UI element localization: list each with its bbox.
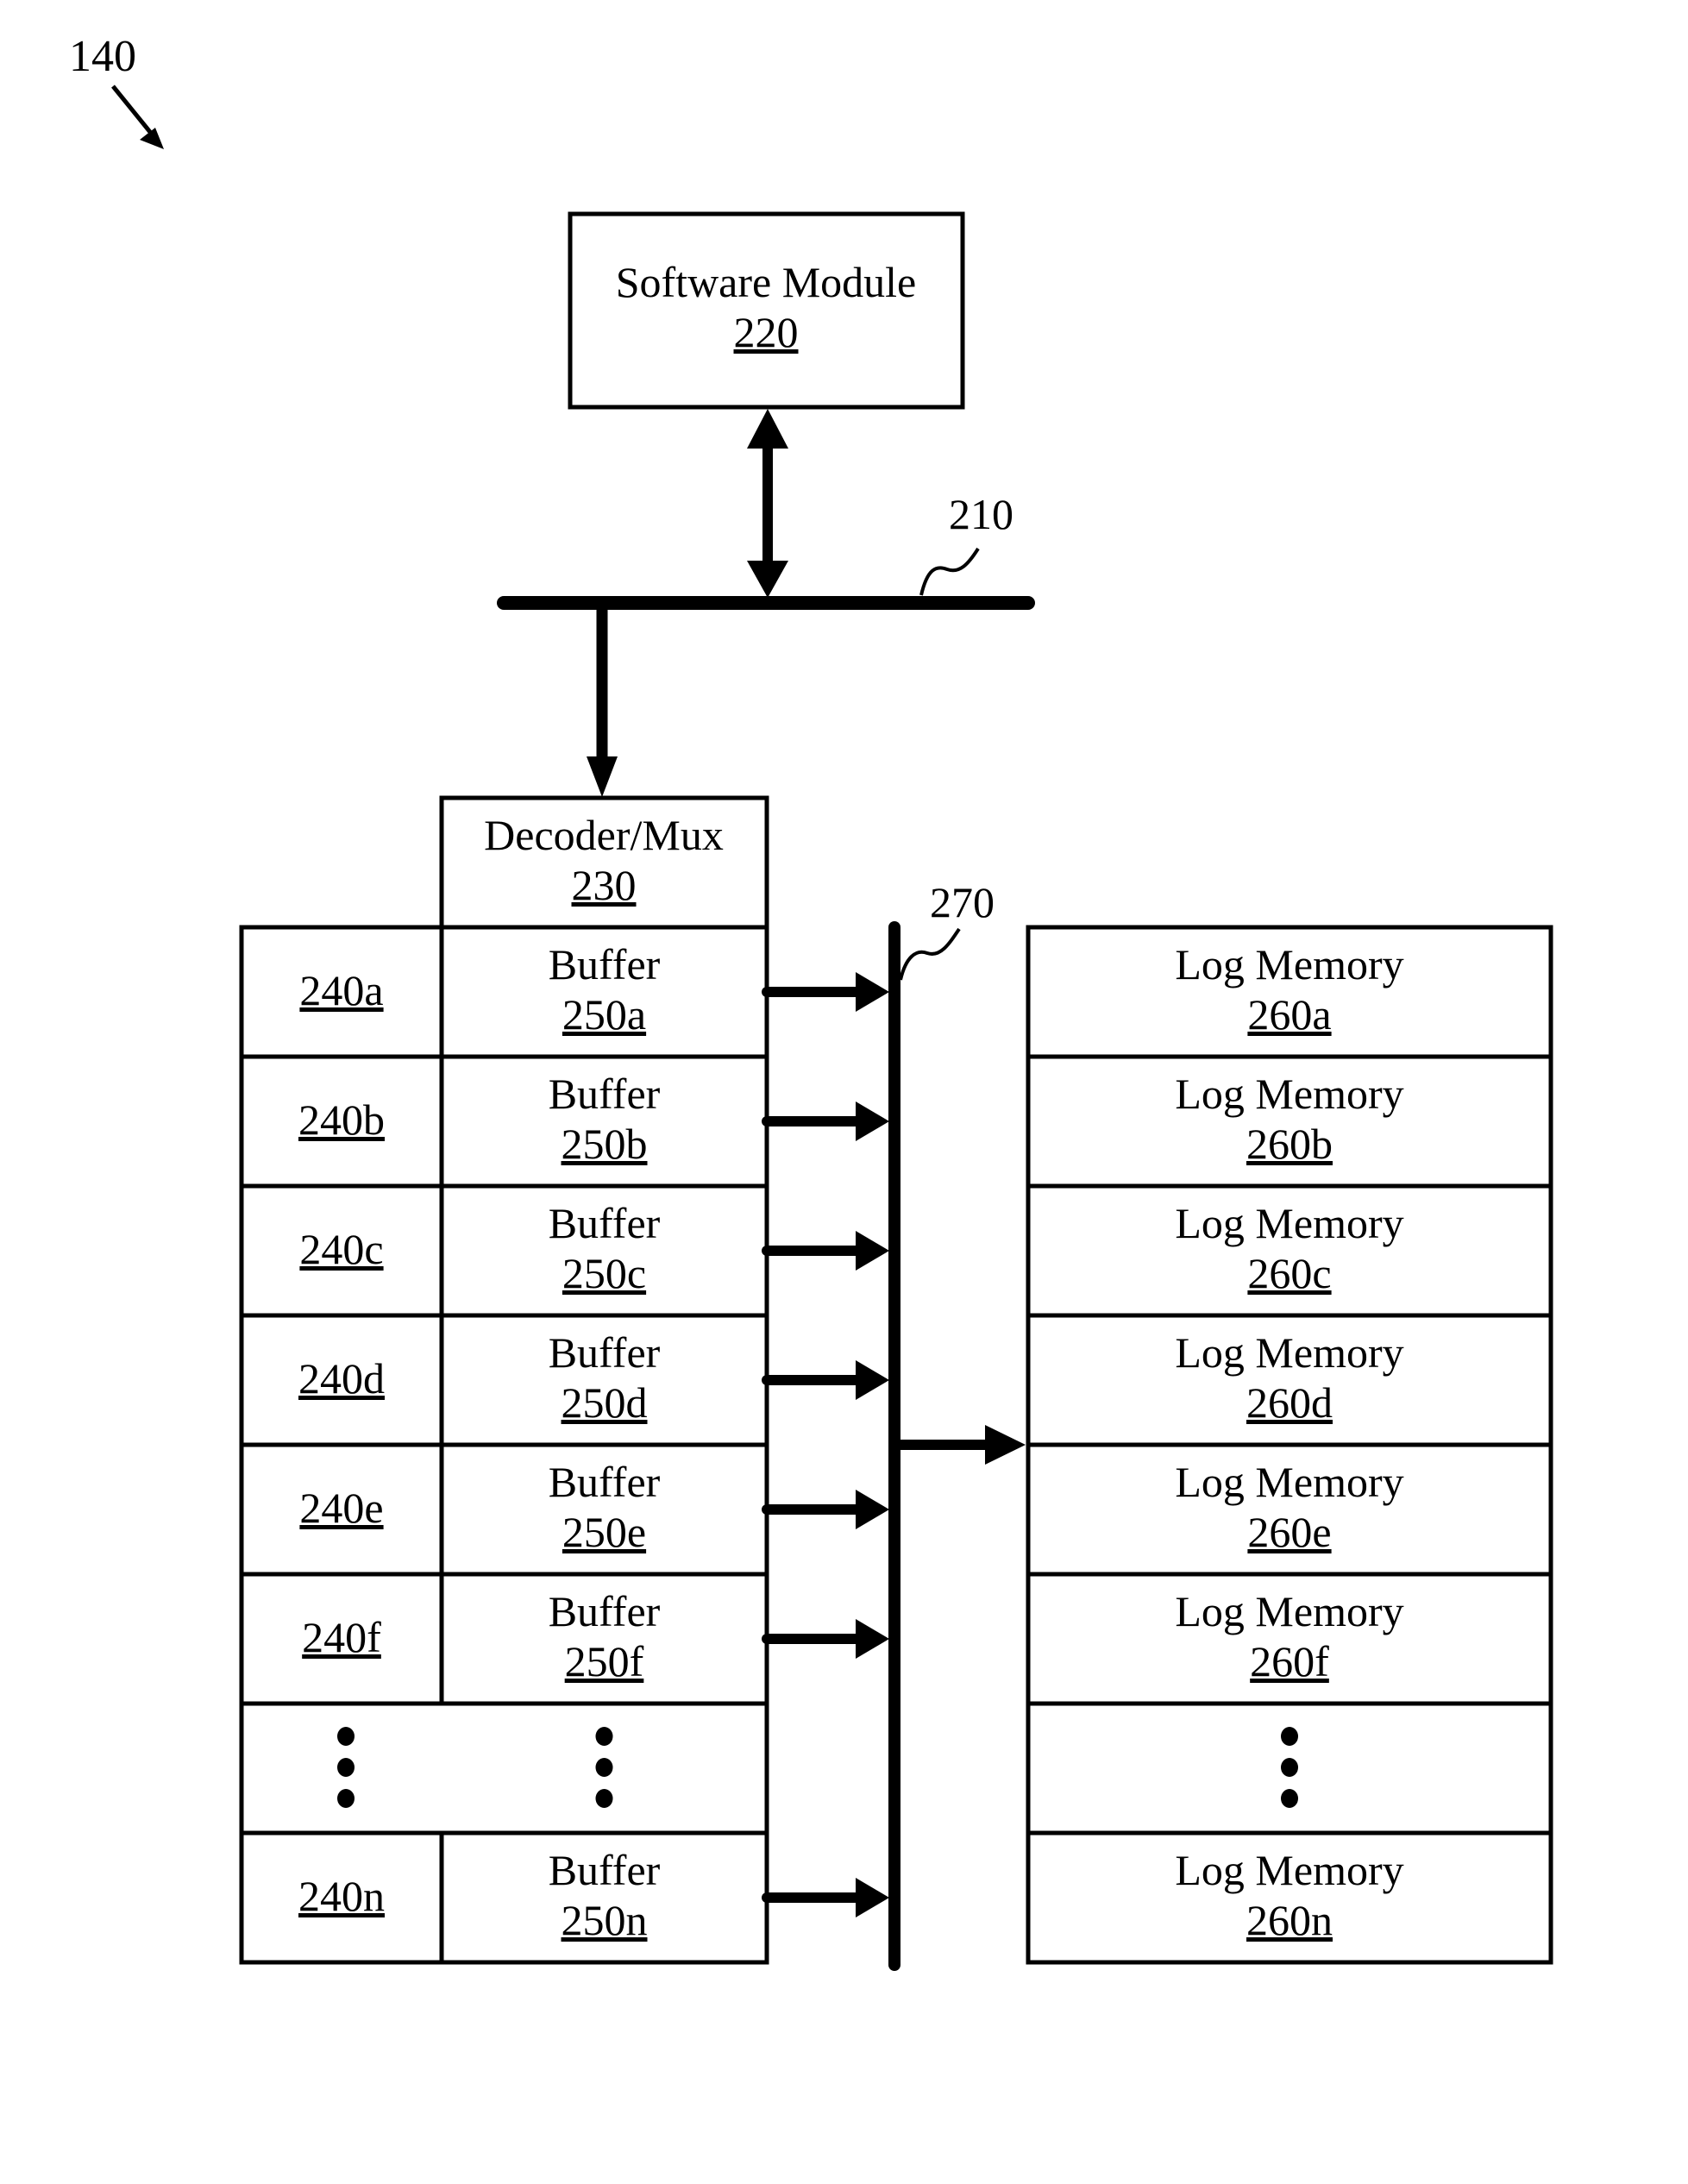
buffer-title: Buffer <box>549 1199 661 1247</box>
buffer-to-bus-arrow <box>762 972 889 1012</box>
ellipsis-dot <box>595 1789 613 1808</box>
ellipsis-dot <box>337 1727 355 1746</box>
buffer-title: Buffer <box>549 1458 661 1506</box>
channel-ref: 240b <box>298 1095 385 1144</box>
buffer-title: Buffer <box>549 1846 661 1894</box>
ellipsis-dot <box>595 1727 613 1746</box>
bus-210-label: 210 <box>949 490 1013 538</box>
log-memory-ref: 260e <box>1247 1508 1331 1556</box>
log-memory-ref: 260n <box>1246 1896 1333 1944</box>
buffer-title: Buffer <box>549 1070 661 1118</box>
log-memory-title: Log Memory <box>1175 940 1403 988</box>
arrow-head <box>856 1878 889 1917</box>
buffer-to-bus-arrow <box>762 1619 889 1659</box>
software-module-ref: 220 <box>734 308 799 356</box>
buffer-to-bus-arrow <box>762 1101 889 1141</box>
software-module-title: Software Module <box>616 258 917 306</box>
ellipsis-dot <box>1281 1789 1298 1808</box>
buffer-title: Buffer <box>549 1587 661 1635</box>
log-memory-ref: 260d <box>1246 1378 1333 1427</box>
figure-ref-arrow <box>111 85 164 149</box>
bus-270-leader <box>899 927 961 981</box>
left-row-cell <box>239 1701 769 1836</box>
buffer-ref: 250n <box>562 1896 648 1944</box>
log-memory-title: Log Memory <box>1175 1328 1403 1377</box>
buffer-ref: 250d <box>562 1378 648 1427</box>
ellipsis-dot <box>337 1789 355 1808</box>
ellipsis-dot <box>595 1758 613 1777</box>
arrow-head <box>856 1360 889 1400</box>
buffer-to-bus-arrow <box>762 1490 889 1529</box>
decoder-mux-title: Decoder/Mux <box>484 811 724 859</box>
figure-ref-label: 140 <box>69 32 136 81</box>
ellipsis-dot <box>1281 1727 1298 1746</box>
arrow-head <box>856 1231 889 1271</box>
log-memory-title: Log Memory <box>1175 1458 1403 1506</box>
log-memory-ref: 260a <box>1247 990 1331 1039</box>
buffer-ref: 250c <box>562 1249 646 1297</box>
log-memory-title: Log Memory <box>1175 1846 1403 1894</box>
channel-ref: 240a <box>299 966 383 1014</box>
bus-to-log-memory-arrow <box>900 1425 1026 1465</box>
bus-to-decoder-arrow <box>587 604 618 797</box>
channel-ref: 240e <box>299 1484 383 1532</box>
log-memory-ref: 260f <box>1250 1637 1329 1685</box>
channel-ref: 240d <box>298 1354 385 1403</box>
buffer-title: Buffer <box>549 940 661 988</box>
software-module-block: Software Module 220 <box>568 211 965 410</box>
log-memory-ellipsis <box>1281 1727 1298 1808</box>
decoder-mux-block: Decoder/Mux 230 <box>439 795 769 931</box>
arrow-head <box>856 1101 889 1141</box>
log-memory-ref: 260c <box>1247 1249 1331 1297</box>
buffer-ref: 250f <box>565 1637 644 1685</box>
buffer-ref: 250b <box>562 1120 648 1168</box>
buffer-title: Buffer <box>549 1328 661 1377</box>
ellipsis-dot <box>1281 1758 1298 1777</box>
arrow-head <box>856 1619 889 1659</box>
buffer-to-bus-arrow <box>762 1878 889 1917</box>
id-ellipsis <box>337 1727 355 1808</box>
module-bus-double-arrow <box>747 409 788 598</box>
channel-ref: 240c <box>299 1225 383 1273</box>
buffer-to-bus-arrow <box>762 1231 889 1271</box>
log-memory-title: Log Memory <box>1175 1587 1403 1635</box>
bus-270-label: 270 <box>930 878 995 926</box>
buffer-ref: 250e <box>562 1508 646 1556</box>
channel-ref: 240f <box>302 1613 381 1661</box>
arrow-head <box>856 972 889 1012</box>
buffer-to-bus-arrow <box>762 1360 889 1400</box>
ellipsis-dot <box>337 1758 355 1777</box>
arrow-head <box>856 1490 889 1529</box>
bus-210-leader <box>919 547 980 596</box>
buffer-ellipsis <box>595 1727 613 1808</box>
log-memory-ref: 260b <box>1246 1120 1333 1168</box>
block-diagram: 140 Software Module 220 210 Decoder/Mux … <box>69 32 1553 1971</box>
decoder-mux-ref: 230 <box>572 861 637 909</box>
log-memory-title: Log Memory <box>1175 1070 1403 1118</box>
log-memory-title: Log Memory <box>1175 1199 1403 1247</box>
buffer-ref: 250a <box>562 990 646 1039</box>
channel-ref: 240n <box>298 1872 385 1920</box>
